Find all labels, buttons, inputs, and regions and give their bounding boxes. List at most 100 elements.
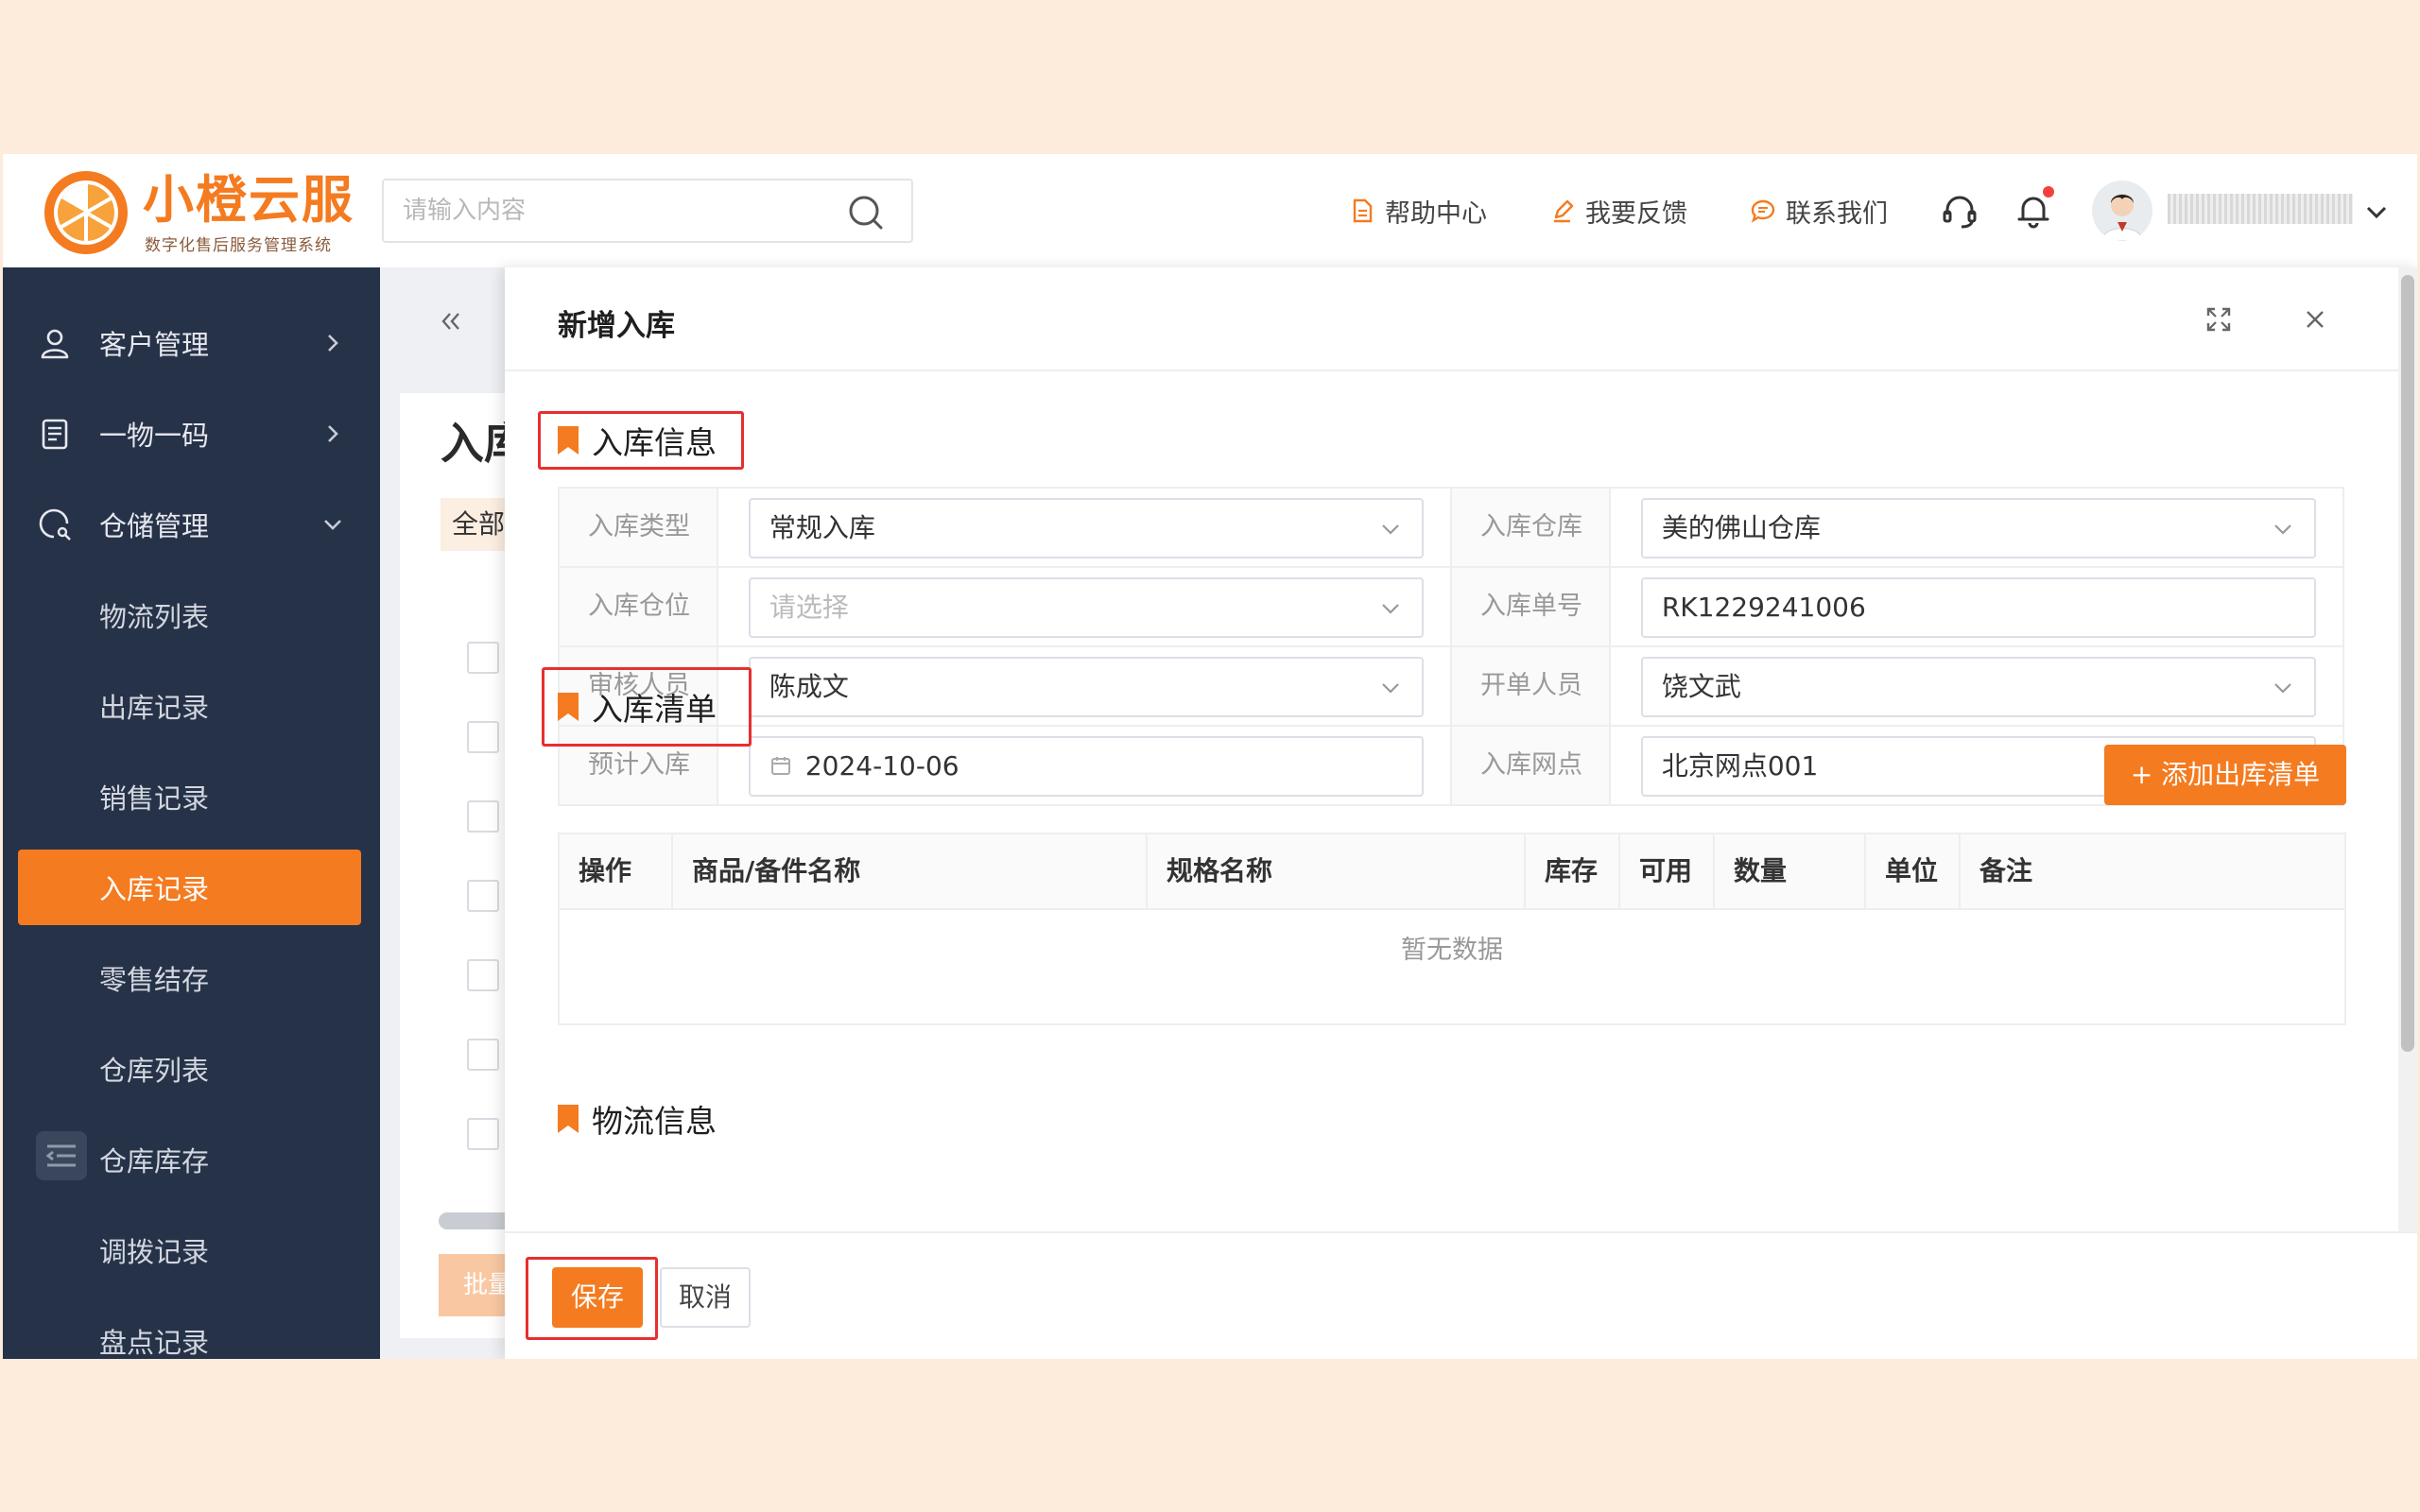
column-header: 规格名称 (1148, 834, 1526, 908)
reviewer-select[interactable]: 陈成文 (748, 657, 1424, 717)
field-cell: RK1229241006 (1611, 568, 2344, 645)
expected-date-picker[interactable]: 2024-10-06 (748, 736, 1424, 797)
sidebar-item-label: 物流列表 (99, 601, 210, 633)
contact-us-label: 联系我们 (1786, 198, 1888, 229)
contact-us-link[interactable]: 联系我们 (1750, 190, 1888, 232)
fullscreen-icon[interactable] (2203, 303, 2235, 335)
batch-button[interactable]: 批量 (439, 1254, 514, 1316)
sidebar-item-logistics-list[interactable]: 物流列表 (3, 570, 380, 661)
notification-bell[interactable] (2013, 186, 2054, 232)
inbound-type-select[interactable]: 常规入库 (748, 498, 1424, 558)
table-row-checkbox[interactable] (467, 959, 499, 991)
field-label: 入库网点 (1452, 727, 1611, 804)
table-row-checkbox[interactable] (467, 642, 499, 674)
help-center-link[interactable]: 帮助中心 (1349, 190, 1487, 232)
field-label: 入库单号 (1452, 568, 1611, 645)
inbound-warehouse-select[interactable]: 美的佛山仓库 (1640, 498, 2316, 558)
field-cell: 陈成文 (718, 647, 1452, 725)
select-placeholder: 请选择 (769, 592, 849, 623)
table-row-checkbox[interactable] (467, 1118, 499, 1150)
bookmark-icon (558, 426, 579, 455)
headset-icon[interactable] (1939, 190, 1980, 232)
chevron-right-icon (328, 335, 338, 352)
chevron-down-icon (1382, 683, 1399, 694)
cancel-button[interactable]: 取消 (660, 1267, 751, 1328)
select-value: 北京网点001 (1661, 750, 1819, 782)
global-search (382, 179, 913, 243)
sidebar-item-one-code[interactable]: 一物一码 (3, 388, 380, 479)
feedback-label: 我要反馈 (1585, 198, 1687, 229)
chat-icon (1751, 199, 1775, 223)
sidebar-item-label: 销售记录 (99, 782, 210, 815)
double-chevron-left-icon[interactable] (435, 305, 467, 337)
table-row-checkbox[interactable] (467, 721, 499, 753)
add-list-button[interactable]: + 添加出库清单 (2104, 745, 2346, 805)
chevron-right-icon (328, 425, 338, 442)
section-logistics: 物流信息 (558, 1099, 717, 1140)
close-icon[interactable] (2299, 303, 2331, 335)
brand-logo[interactable]: 小橙云服 数字化售后服务管理系统 (43, 169, 353, 256)
sidebar-item-transfer-records[interactable]: 调拨记录 (3, 1205, 380, 1296)
chevron-down-icon (1382, 604, 1399, 614)
field-cell: 请选择 (718, 568, 1452, 645)
search-icon[interactable] (847, 194, 885, 232)
sidebar-item-warehouse-list[interactable]: 仓库列表 (3, 1023, 380, 1114)
sidebar-item-sales-records[interactable]: 销售记录 (3, 751, 380, 842)
chevron-down-icon[interactable] (2362, 198, 2391, 226)
column-header: 单位 (1866, 834, 1961, 908)
user-avatar-icon (2100, 194, 2144, 241)
section-inbound-list: 入库清单 (558, 687, 717, 728)
horizontal-scrollbar[interactable] (439, 1212, 514, 1229)
input-value: RK1229241006 (1661, 592, 1866, 623)
drawer-footer: 保存 取消 (505, 1231, 2417, 1359)
field-cell: 美的佛山仓库 (1611, 489, 2344, 566)
table-row-checkbox[interactable] (467, 1039, 499, 1071)
form-row: 入库类型 常规入库 入库仓库 美的佛山仓库 (560, 489, 2344, 568)
search-input[interactable] (403, 192, 838, 230)
menu-toggle-button[interactable] (36, 1131, 87, 1180)
inbound-order-number-input[interactable]: RK1229241006 (1640, 577, 2316, 638)
sidebar-item-retail-balance[interactable]: 零售结存 (3, 933, 380, 1023)
chevron-down-icon (1382, 524, 1399, 535)
sidebar-item-label: 入库记录 (99, 873, 210, 905)
sidebar-item-customer[interactable]: 客户管理 (3, 298, 380, 388)
sidebar-item-label: 客户管理 (99, 329, 210, 361)
table-row-checkbox[interactable] (467, 880, 499, 912)
new-inbound-drawer: 新增入库 入库信息 入库类型 常规入库 入库仓库 美的佛山仓库 入库仓位 请选择… (505, 267, 2417, 1359)
help-center-label: 帮助中心 (1385, 198, 1487, 229)
sidebar-item-label: 出库记录 (99, 692, 210, 724)
form-row: 审核人员 陈成文 开单人员 饶文武 (560, 647, 2344, 727)
sidebar-item-label: 仓库列表 (99, 1055, 210, 1087)
table-header: 操作 商品/备件名称 规格名称 库存 可用 数量 单位 备注 (560, 834, 2344, 910)
field-cell: 饶文武 (1611, 647, 2344, 725)
sidebar-item-label: 仓储管理 (99, 510, 210, 542)
inbound-location-select[interactable]: 请选择 (748, 577, 1424, 638)
vertical-scrollbar[interactable] (2398, 267, 2417, 1359)
app-window: 小橙云服 数字化售后服务管理系统 帮助中心 我要反馈 (3, 154, 2417, 1359)
column-header: 可用 (1620, 834, 1715, 908)
username[interactable]: ■■■■■■■■■■ (2168, 194, 2353, 224)
scrollbar-thumb[interactable] (2401, 275, 2414, 1052)
section-title: 物流信息 (592, 1103, 717, 1140)
notification-dot (2043, 186, 2054, 198)
select-value: 饶文武 (1661, 671, 1741, 702)
feedback-link[interactable]: 我要反馈 (1549, 190, 1687, 232)
sidebar-item-inbound-records[interactable]: 入库记录 (18, 850, 361, 925)
chevron-down-icon (2274, 683, 2291, 694)
highlight-box (526, 1257, 658, 1340)
sidebar-item-label: 仓库库存 (99, 1145, 210, 1177)
table-row-checkbox[interactable] (467, 800, 499, 833)
field-label: 开单人员 (1452, 647, 1611, 725)
bookmark-icon (558, 693, 579, 721)
sidebar-item-inventory-records[interactable]: 盘点记录 (3, 1296, 380, 1359)
drawer-title: 新增入库 (558, 309, 675, 343)
document-icon (1353, 198, 1373, 223)
sidebar-item-warehouse[interactable]: 仓储管理 (3, 479, 380, 570)
sidebar-item-outbound-records[interactable]: 出库记录 (3, 661, 380, 751)
section-title: 入库信息 (592, 424, 717, 461)
issuer-select[interactable]: 饶文武 (1640, 657, 2316, 717)
avatar[interactable] (2092, 180, 2152, 241)
section-inbound-info: 入库信息 (558, 421, 717, 461)
top-header: 小橙云服 数字化售后服务管理系统 帮助中心 我要反馈 (3, 154, 2417, 267)
section-title: 入库清单 (592, 691, 717, 728)
